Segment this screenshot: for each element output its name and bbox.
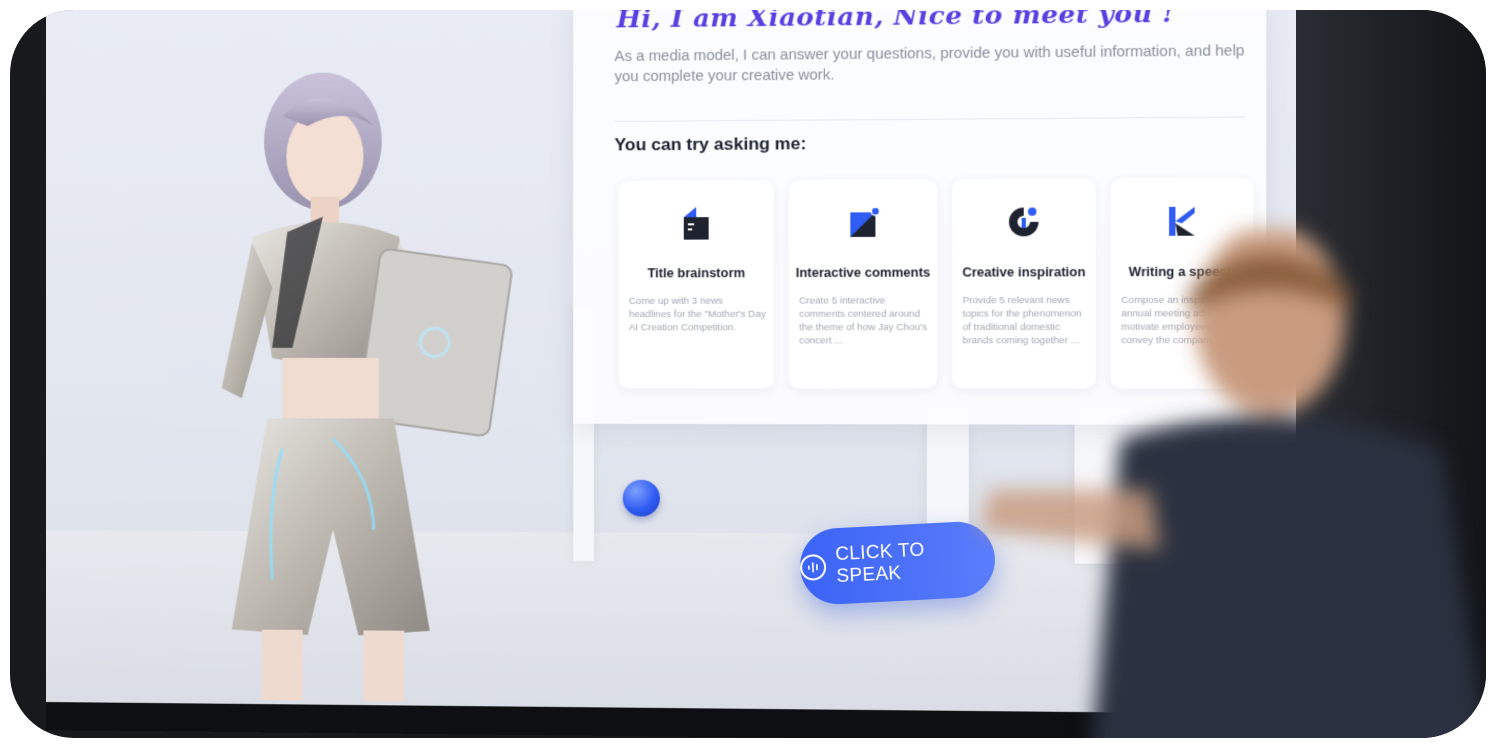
suggestions-heading: You can try asking me: <box>614 134 806 156</box>
document-icon <box>678 205 715 242</box>
card-title: Title brainstorm <box>619 266 775 281</box>
card-description: Come up with 3 news headlines for the "M… <box>629 294 766 334</box>
decorative-sphere <box>623 480 660 517</box>
blurred-person-foreground <box>970 230 1486 738</box>
click-to-speak-button[interactable]: CLICK TO SPEAK <box>798 520 997 606</box>
chat-square-icon <box>844 204 882 241</box>
card-description: Create 5 interactive comments centered a… <box>799 294 929 347</box>
virtual-presenter-avatar <box>212 54 517 703</box>
suggestion-card-interactive-comments[interactable]: Interactive comments Create 5 interactiv… <box>789 179 938 388</box>
greeting-text: Hi, I am Xiaotian, Nice to meet you ! <box>617 10 1175 34</box>
photo-frame: Hi, I am Xiaotian, Nice to meet you ! As… <box>10 10 1486 738</box>
suggestion-card-title-brainstorm[interactable]: Title brainstorm Come up with 3 news hea… <box>619 180 775 388</box>
microphone-icon <box>799 554 826 581</box>
intro-text: As a media model, I can answer your ques… <box>614 41 1244 87</box>
card-title: Interactive comments <box>789 265 938 280</box>
divider <box>614 116 1244 121</box>
